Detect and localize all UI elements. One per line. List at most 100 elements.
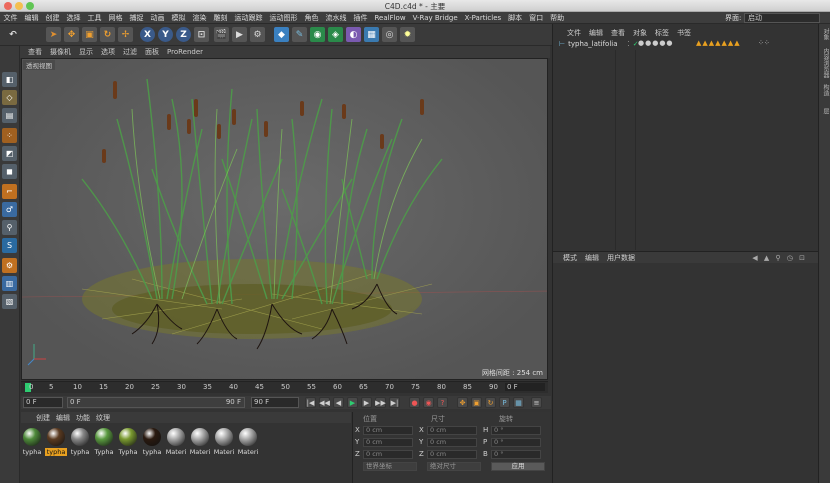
goto-end-icon[interactable]: ▶| bbox=[389, 397, 400, 408]
edges-mode-icon[interactable]: ◩ bbox=[2, 146, 17, 161]
light-icon[interactable]: ✹ bbox=[400, 27, 415, 42]
menu-mograph[interactable]: 运动图形 bbox=[266, 13, 301, 23]
size-z-field[interactable]: 0 cm bbox=[427, 450, 477, 459]
attr-menu-mode[interactable]: 模式 bbox=[559, 253, 581, 263]
material-menu-function[interactable]: 功能 bbox=[73, 413, 93, 423]
menu-realflow[interactable]: RealFlow bbox=[371, 14, 409, 22]
goto-start-icon[interactable]: |◀ bbox=[305, 397, 316, 408]
viewport-menu-panel[interactable]: 面板 bbox=[141, 47, 163, 57]
end-frame-field[interactable]: 90 F bbox=[251, 397, 299, 408]
menu-character[interactable]: 角色 bbox=[301, 13, 322, 23]
timeline[interactable]: 0 5 10 15 20 25 30 35 40 45 50 55 60 65 … bbox=[21, 381, 548, 393]
material-swatch[interactable]: typha bbox=[45, 428, 67, 456]
object-menu-file[interactable]: 文件 bbox=[563, 28, 585, 38]
vray-tags-icons[interactable]: ▲▲▲▲▲▲▲ bbox=[696, 39, 741, 47]
size-x-field[interactable]: 0 cm bbox=[427, 426, 477, 435]
coordinate-mode-select[interactable]: 世界坐标 bbox=[363, 462, 417, 471]
menu-animate[interactable]: 动画 bbox=[147, 13, 168, 23]
object-menu-bookmarks[interactable]: 书签 bbox=[673, 28, 695, 38]
menu-edit[interactable]: 编辑 bbox=[21, 13, 42, 23]
menu-pipeline[interactable]: 流水线 bbox=[322, 13, 350, 23]
render-view-icon[interactable]: 🎬 bbox=[214, 27, 229, 42]
rotate-tool-icon[interactable]: ↻ bbox=[100, 27, 115, 42]
x-axis-lock-icon[interactable]: X bbox=[140, 27, 155, 42]
tab-objects[interactable]: 对象 bbox=[820, 28, 830, 40]
move-tool-icon[interactable]: ✥ bbox=[64, 27, 79, 42]
attr-nav-icons[interactable]: ◀ ▲ ⚲ ◷ ⊡ bbox=[748, 254, 811, 262]
keyframe-selection-icon[interactable]: ? bbox=[437, 397, 448, 408]
tab-content-browser[interactable]: 内容浏览器 bbox=[820, 48, 830, 78]
material-swatch[interactable]: Typha bbox=[93, 428, 115, 456]
tab-layers[interactable]: 层 bbox=[820, 108, 830, 114]
menu-create[interactable]: 创建 bbox=[42, 13, 63, 23]
deformer-icon[interactable]: ◐ bbox=[346, 27, 361, 42]
phong-tag-icon[interactable]: ⁘⁘ bbox=[758, 39, 770, 47]
position-y-field[interactable]: 0 cm bbox=[363, 438, 413, 447]
menu-sculpt[interactable]: 雕刻 bbox=[210, 13, 231, 23]
render-picture-viewer-icon[interactable]: ▶ bbox=[232, 27, 247, 42]
material-swatch[interactable]: Materi bbox=[189, 428, 211, 456]
material-swatch[interactable]: Materi bbox=[237, 428, 259, 456]
render-settings-icon[interactable]: ⚙ bbox=[250, 27, 265, 42]
menu-mesh[interactable]: 网格 bbox=[105, 13, 126, 23]
y-axis-lock-icon[interactable]: Y bbox=[158, 27, 173, 42]
key-rotation-icon[interactable]: ↻ bbox=[485, 397, 496, 408]
menu-file[interactable]: 文件 bbox=[0, 13, 21, 23]
key-scale-icon[interactable]: ▣ bbox=[471, 397, 482, 408]
menu-window[interactable]: 窗口 bbox=[526, 13, 547, 23]
viewport-menu-options[interactable]: 选项 bbox=[97, 47, 119, 57]
frame-range-slider[interactable]: 0 F 90 F bbox=[67, 397, 245, 408]
menu-motion-tracker[interactable]: 运动跟踪 bbox=[231, 13, 266, 23]
object-row[interactable]: ⊢ typha_latifolia ⁚ ✓ ●●●●● ▲▲▲▲▲▲▲ ⁘⁘ bbox=[553, 39, 819, 49]
perspective-viewport[interactable]: 透视视图 网格间距 : 254 cm bbox=[21, 58, 548, 380]
menu-x-particles[interactable]: X-Particles bbox=[461, 14, 504, 22]
select-tool-icon[interactable]: ➤ bbox=[46, 27, 61, 42]
spline-pen-icon[interactable]: ✎ bbox=[292, 27, 307, 42]
coordinate-system-icon[interactable]: ⊡ bbox=[194, 27, 209, 42]
prev-frame-icon[interactable]: ◀ bbox=[333, 397, 344, 408]
visibility-toggle-icon[interactable]: ⁚ bbox=[628, 40, 630, 48]
start-frame-field[interactable]: 0 F bbox=[23, 397, 63, 408]
prev-key-icon[interactable]: ◀◀ bbox=[319, 397, 330, 408]
rotation-h-field[interactable]: 0 ° bbox=[491, 426, 541, 435]
timeline-menu-icon[interactable]: ≡ bbox=[531, 397, 542, 408]
workplane-icon[interactable]: S bbox=[2, 238, 17, 253]
cube-primitive-icon[interactable]: ◆ bbox=[274, 27, 289, 42]
attr-menu-edit[interactable]: 编辑 bbox=[581, 253, 603, 263]
size-mode-select[interactable]: 绝对尺寸 bbox=[427, 462, 481, 471]
subdivision-surface-icon[interactable]: ◉ bbox=[310, 27, 325, 42]
material-menu-edit[interactable]: 编辑 bbox=[53, 413, 73, 423]
rotation-b-field[interactable]: 0 ° bbox=[491, 450, 541, 459]
menu-snap[interactable]: 捕捉 bbox=[126, 13, 147, 23]
position-z-field[interactable]: 0 cm bbox=[363, 450, 413, 459]
snap-icon[interactable]: ⚲ bbox=[2, 220, 17, 235]
viewport-menu-display[interactable]: 显示 bbox=[75, 47, 97, 57]
texture-mode-icon[interactable]: ▤ bbox=[2, 108, 17, 123]
material-swatch[interactable]: typha bbox=[21, 428, 43, 456]
layout-select[interactable]: 启动 bbox=[744, 13, 820, 23]
z-axis-lock-icon[interactable]: Z bbox=[176, 27, 191, 42]
points-mode-icon[interactable]: ⁘ bbox=[2, 128, 17, 143]
object-menu-edit[interactable]: 编辑 bbox=[585, 28, 607, 38]
menu-script[interactable]: 脚本 bbox=[505, 13, 526, 23]
next-frame-icon[interactable]: ▶ bbox=[361, 397, 372, 408]
play-icon[interactable]: ▶ bbox=[347, 397, 358, 408]
material-menu-create[interactable]: 创建 bbox=[33, 413, 53, 423]
grid-icon[interactable]: ▧ bbox=[2, 294, 17, 309]
make-editable-icon[interactable]: ◧ bbox=[2, 72, 17, 87]
planar-workplane-icon[interactable]: ▥ bbox=[2, 276, 17, 291]
attr-menu-user-data[interactable]: 用户数据 bbox=[603, 253, 639, 263]
floor-icon[interactable]: ▦ bbox=[364, 27, 379, 42]
transform-tool-icon[interactable]: ✢ bbox=[118, 27, 133, 42]
next-key-icon[interactable]: ▶▶ bbox=[375, 397, 386, 408]
material-swatch[interactable]: typha bbox=[69, 428, 91, 456]
menu-tools[interactable]: 工具 bbox=[84, 13, 105, 23]
scale-tool-icon[interactable]: ▣ bbox=[82, 27, 97, 42]
material-swatch[interactable]: typha bbox=[141, 428, 163, 456]
menu-plugins[interactable]: 插件 bbox=[350, 13, 371, 23]
material-menu-texture[interactable]: 纹理 bbox=[93, 413, 113, 423]
menu-help[interactable]: 帮助 bbox=[547, 13, 568, 23]
axis-mode-icon[interactable]: ⌐ bbox=[2, 184, 17, 199]
object-menu-objects[interactable]: 对象 bbox=[629, 28, 651, 38]
polygons-mode-icon[interactable]: ◼ bbox=[2, 164, 17, 179]
